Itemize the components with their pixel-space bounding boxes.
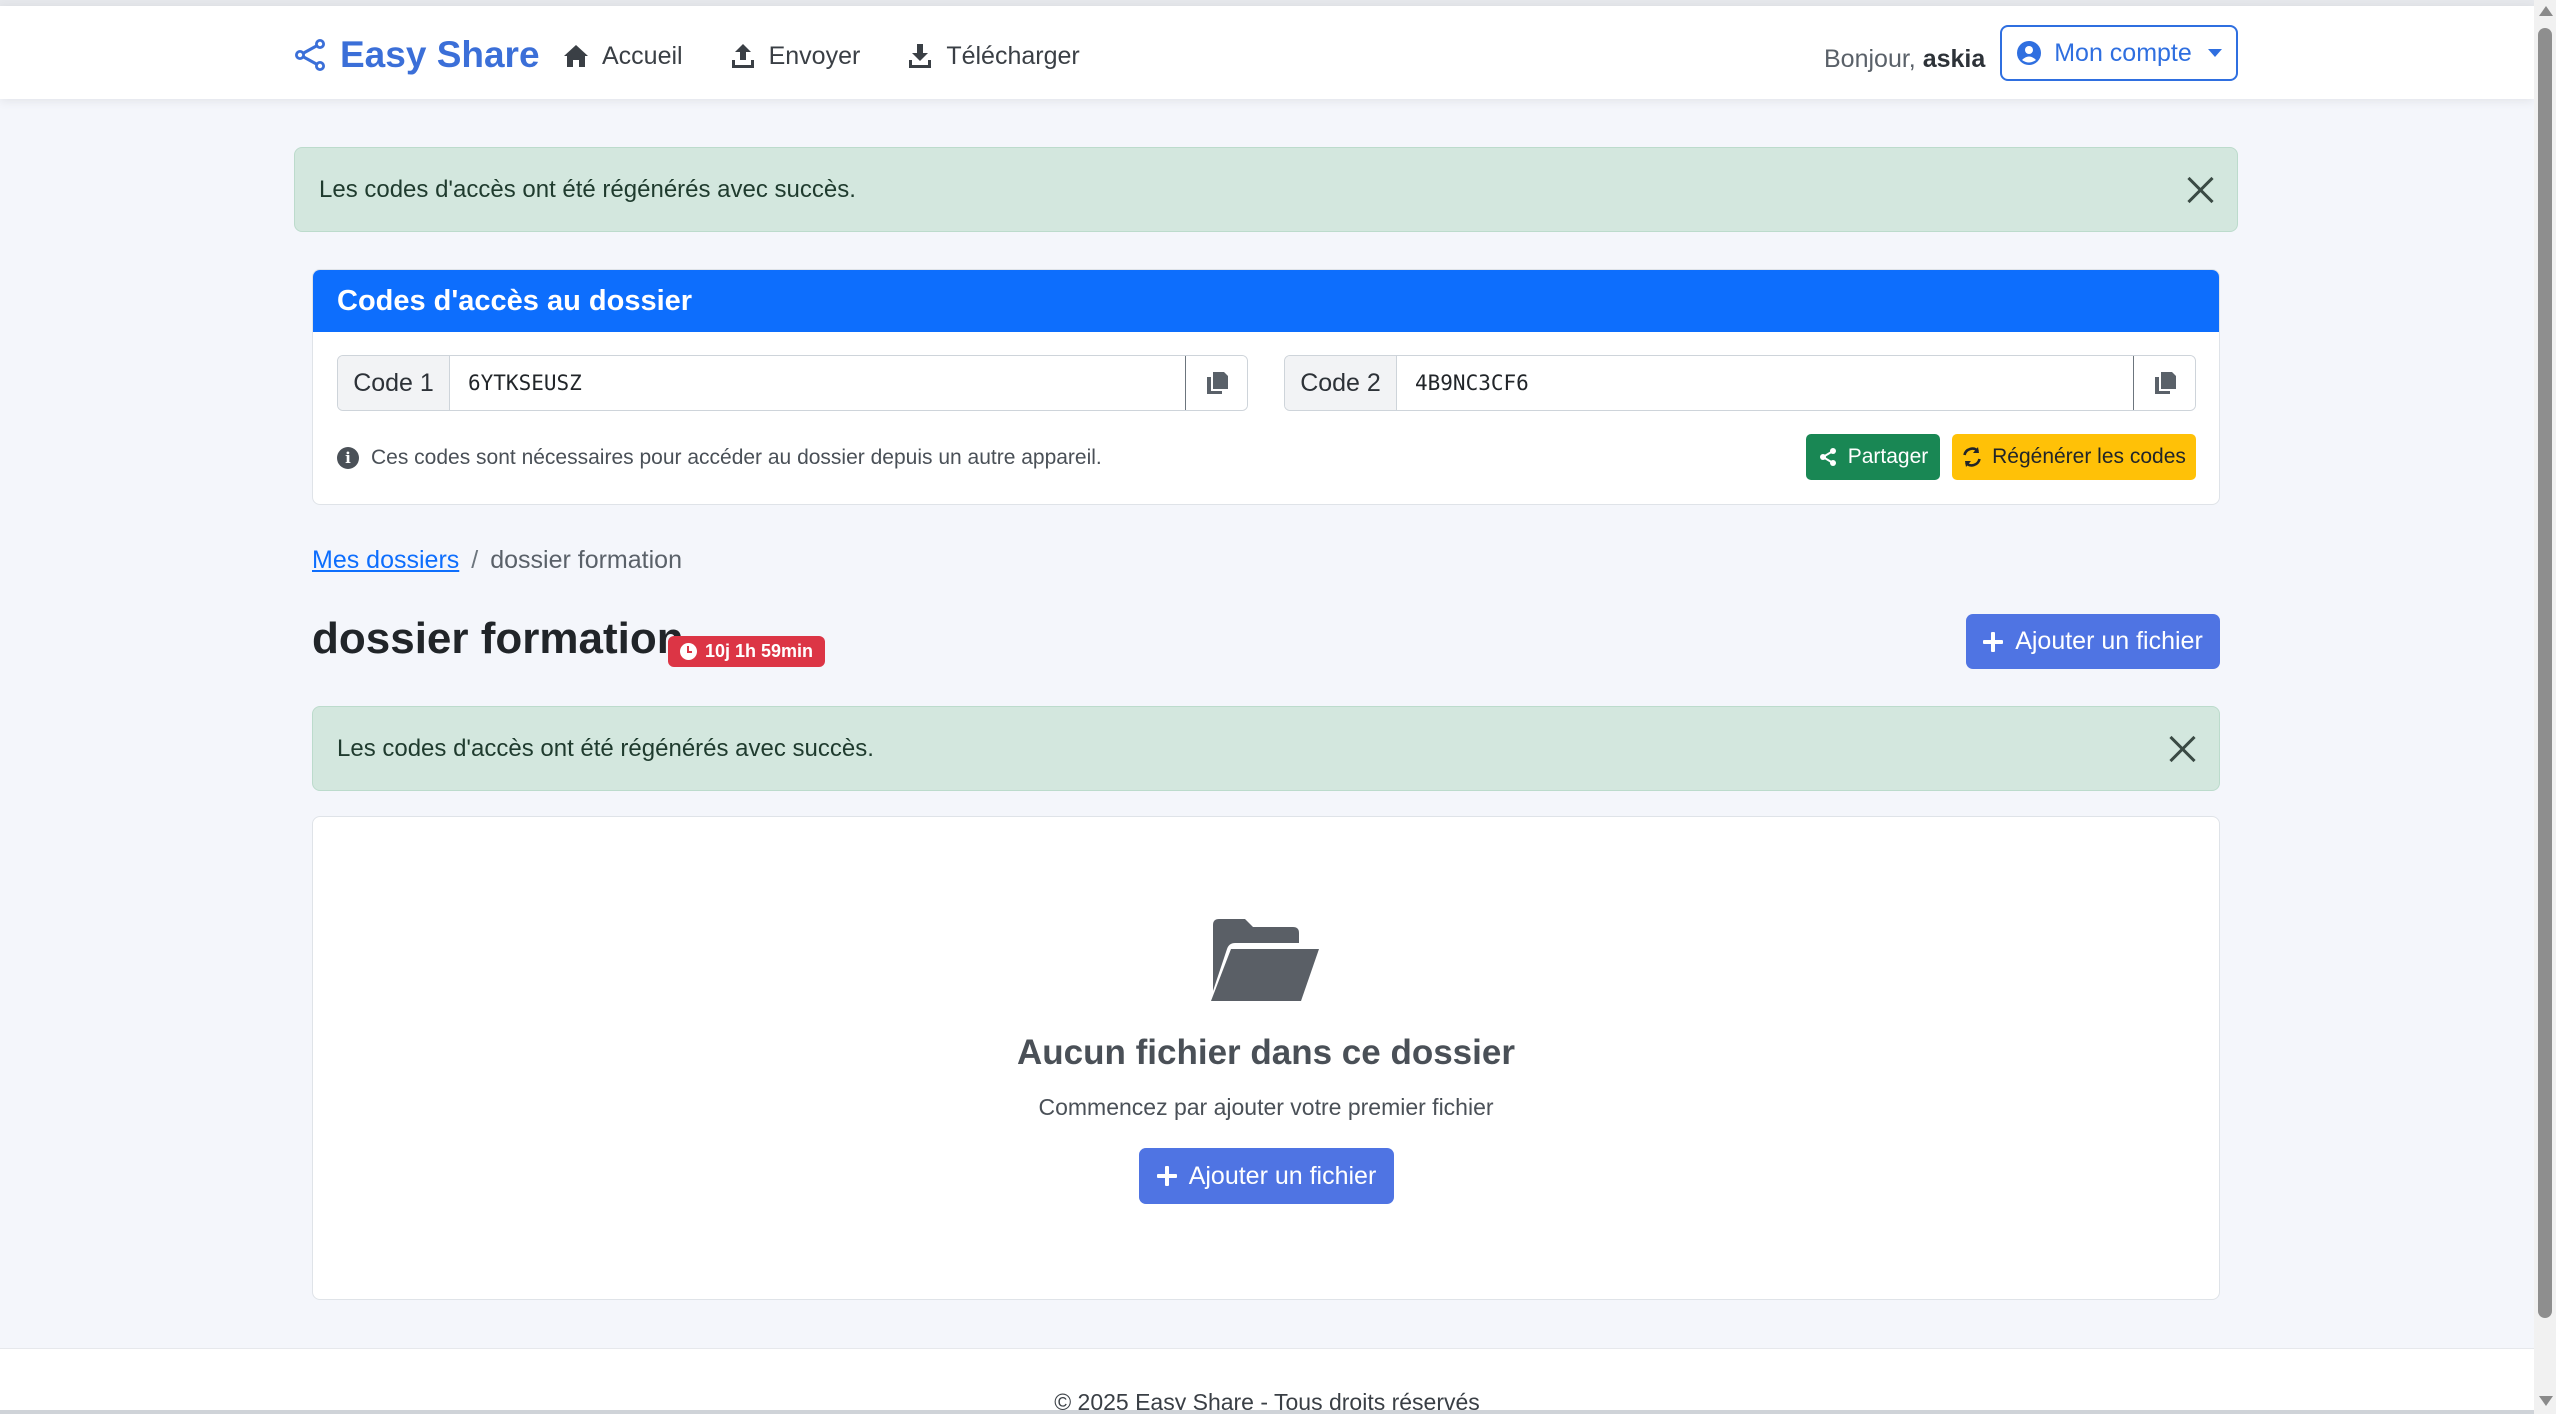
scrollbar-thumb[interactable]: [2538, 28, 2552, 1318]
empty-add-file-button[interactable]: Ajouter un fichier: [1139, 1148, 1394, 1204]
account-dropdown-button[interactable]: Mon compte: [2000, 25, 2238, 81]
page-title: dossier formation: [312, 614, 684, 663]
add-file-label: Ajouter un fichier: [2015, 627, 2203, 655]
breadcrumb: Mes dossiers / dossier formation: [312, 546, 682, 575]
alert-message: Les codes d'accès ont été régénérés avec…: [337, 734, 874, 762]
copy-code1-button[interactable]: [1185, 356, 1247, 410]
share-icon: [1819, 448, 1836, 466]
brand-logo[interactable]: Easy Share: [292, 32, 540, 78]
empty-state-card: Aucun fichier dans ce dossier Commencez …: [312, 816, 2220, 1300]
username: askia: [1922, 45, 1986, 73]
scroll-up-arrow-icon[interactable]: [2539, 6, 2553, 16]
codes-card-title: Codes d'accès au dossier: [313, 270, 2219, 332]
success-alert-top: Les codes d'accès ont été régénérés avec…: [294, 147, 2238, 232]
plus-icon: [1156, 1166, 1177, 1186]
navbar: Easy Share Accueil Envoyer Télécharger B…: [0, 6, 2534, 99]
user-greeting: Bonjour, askia: [1824, 45, 1985, 74]
close-icon[interactable]: [2185, 175, 2215, 205]
nav-telecharger[interactable]: Télécharger: [906, 36, 1080, 76]
add-file-button[interactable]: Ajouter un fichier: [1966, 614, 2220, 669]
user-circle-icon: [2017, 41, 2042, 65]
codes-info: i Ces codes sont nécessaires pour accéde…: [337, 446, 1102, 470]
breadcrumb-mes-dossiers[interactable]: Mes dossiers: [312, 546, 459, 575]
nav-telecharger-label: Télécharger: [946, 41, 1080, 70]
empty-state-title: Aucun fichier dans ce dossier: [1017, 1033, 1515, 1072]
code1-input-group: Code 1 6YTKSEUSZ: [337, 355, 1248, 411]
greeting-prefix: Bonjour,: [1824, 45, 1916, 73]
code2-value[interactable]: 4B9NC3CF6: [1397, 356, 2133, 410]
chevron-down-icon: [2207, 49, 2222, 57]
code2-input-group: Code 2 4B9NC3CF6: [1284, 355, 2196, 411]
success-alert-inline: Les codes d'accès ont été régénérés avec…: [312, 706, 2220, 791]
download-icon: [909, 44, 932, 68]
empty-add-file-label: Ajouter un fichier: [1188, 1161, 1377, 1190]
nav-accueil[interactable]: Accueil: [562, 36, 683, 76]
share-nodes-icon: [295, 39, 325, 71]
close-icon[interactable]: [2167, 734, 2197, 764]
code1-value[interactable]: 6YTKSEUSZ: [450, 356, 1185, 410]
bottom-border: [0, 1410, 2534, 1414]
code2-label: Code 2: [1285, 356, 1397, 410]
upload-icon: [731, 44, 754, 68]
breadcrumb-separator: /: [471, 546, 479, 574]
info-icon: i: [337, 447, 359, 469]
codes-info-text: Ces codes sont nécessaires pour accéder …: [371, 446, 1102, 469]
page-scrollbar[interactable]: [2534, 0, 2556, 1414]
nav-links: Accueil Envoyer Télécharger: [562, 36, 1080, 76]
copy-code2-button[interactable]: [2133, 356, 2195, 410]
copy-icon: [2154, 372, 2176, 394]
copy-icon: [1206, 372, 1228, 394]
empty-state-subtitle: Commencez par ajouter votre premier fich…: [1038, 1094, 1494, 1120]
nav-envoyer[interactable]: Envoyer: [729, 36, 861, 76]
share-button[interactable]: Partager: [1806, 434, 1940, 480]
home-icon: [564, 45, 588, 67]
folder-open-icon: [1211, 919, 1319, 1001]
brand-name: Easy Share: [340, 34, 540, 75]
refresh-icon: [1963, 447, 1981, 467]
code1-label: Code 1: [338, 356, 450, 410]
timer-text: 10j 1h 59min: [705, 641, 814, 661]
plus-icon: [1983, 631, 2004, 652]
regenerate-codes-button[interactable]: Régénérer les codes: [1952, 434, 2196, 480]
access-codes-card: Codes d'accès au dossier Code 1 6YTKSEUS…: [312, 269, 2220, 505]
share-label: Partager: [1847, 445, 1929, 468]
footer: © 2025 Easy Share - Tous droits réservés: [0, 1348, 2534, 1414]
account-label: Mon compte: [2054, 38, 2192, 67]
clock-icon: [680, 643, 697, 660]
alert-message: Les codes d'accès ont été régénérés avec…: [319, 175, 856, 203]
scroll-down-arrow-icon[interactable]: [2539, 1396, 2553, 1406]
nav-accueil-label: Accueil: [602, 41, 683, 70]
regenerate-label: Régénérer les codes: [1992, 445, 2186, 468]
breadcrumb-current: dossier formation: [490, 546, 682, 574]
nav-envoyer-label: Envoyer: [768, 41, 861, 70]
expiry-timer-badge: 10j 1h 59min: [668, 636, 826, 667]
